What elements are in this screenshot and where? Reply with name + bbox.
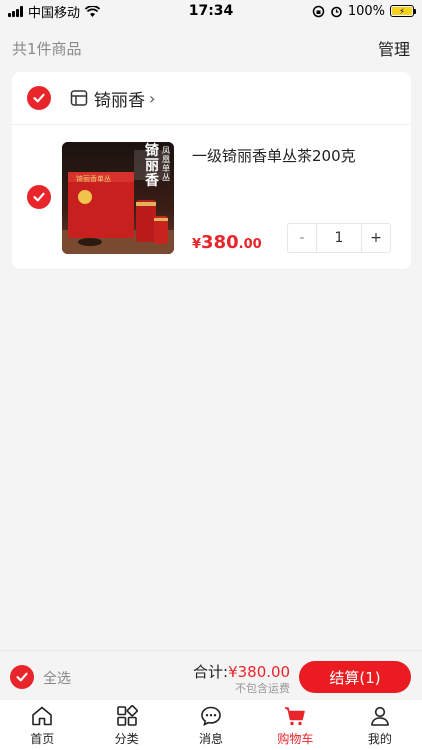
product-image-title: 锜丽香 <box>145 143 159 189</box>
select-all-check-icon[interactable] <box>10 665 34 689</box>
shop-row[interactable]: 锜丽香 › <box>12 72 411 125</box>
cart-header: 共1件商品 管理 <box>12 30 410 66</box>
manage-button[interactable]: 管理 <box>378 36 410 60</box>
product-image-subtitle: 凤凰单丛 <box>162 146 170 182</box>
status-time: 17:34 <box>188 3 234 19</box>
checkout-bar: 全选 合计:¥380.00 不包含运费 结算(1) <box>0 650 422 700</box>
cart-item: 锜丽香 凤凰单丛 锜丽香单丛 一级锜丽香单丛茶200克 ¥380.00 - 1 … <box>12 125 411 269</box>
tab-category[interactable]: 分类 <box>84 700 168 750</box>
price-currency: ¥ <box>192 237 202 252</box>
product-price: ¥380.00 <box>192 232 262 253</box>
status-bar: 中国移动 17:34 100% ⚡ <box>0 0 422 22</box>
decrease-button[interactable]: - <box>288 224 317 252</box>
battery-icon: ⚡ <box>390 5 416 17</box>
tab-messages[interactable]: 消息 <box>169 700 253 750</box>
tab-profile-label: 我的 <box>367 732 392 746</box>
item-count: 共1件商品 <box>12 39 82 58</box>
profile-icon <box>371 706 389 726</box>
chevron-right-icon[interactable]: › <box>149 89 155 108</box>
tab-cart[interactable]: 购物车 <box>253 700 337 750</box>
product-title[interactable]: 一级锜丽香单丛茶200克 <box>192 145 356 166</box>
tab-profile[interactable]: 我的 <box>338 700 422 750</box>
shop-card: 锜丽香 › 锜丽香 凤凰单丛 锜丽香单丛 一级锜丽香单丛茶200克 ¥380.0… <box>12 72 411 269</box>
total-value: ¥380.00 <box>228 663 291 681</box>
tab-category-label: 分类 <box>114 732 139 746</box>
price-integer: 380 <box>201 232 239 253</box>
tab-home[interactable]: 首页 <box>0 700 84 750</box>
product-image[interactable]: 锜丽香 凤凰单丛 锜丽香单丛 <box>62 142 174 254</box>
tab-bar: 首页 分类 消息 购物车 我的 <box>0 700 422 750</box>
alarm-icon <box>331 6 342 17</box>
tab-home-label: 首页 <box>30 732 55 746</box>
quantity-stepper: - 1 + <box>287 223 391 253</box>
carrier-label: 中国移动 <box>28 5 81 21</box>
message-icon <box>201 706 221 726</box>
shop-name[interactable]: 锜丽香 <box>94 86 145 111</box>
shipping-note: 不包含运费 <box>235 682 290 695</box>
total-label: 合计: <box>193 663 229 681</box>
item-check-icon[interactable] <box>27 185 51 209</box>
price-decimal: .00 <box>238 237 262 252</box>
store-icon <box>70 90 88 106</box>
home-icon <box>32 706 53 726</box>
cart-icon <box>285 707 306 726</box>
status-left: 中国移动 <box>8 2 101 21</box>
tab-messages-label: 消息 <box>199 732 224 746</box>
wifi-icon <box>85 5 101 17</box>
product-image-box-text: 锜丽香单丛 <box>76 175 111 183</box>
category-icon <box>116 705 138 726</box>
increase-button[interactable]: + <box>361 224 390 252</box>
battery-percent: 100% <box>347 3 385 19</box>
quantity-input[interactable]: 1 <box>317 224 361 252</box>
tab-cart-label: 购物车 <box>277 732 314 746</box>
shop-check-icon[interactable] <box>27 86 51 110</box>
signal-icon <box>8 5 23 17</box>
checkout-button[interactable]: 结算(1) <box>299 661 411 693</box>
select-all-label[interactable]: 全选 <box>43 668 71 688</box>
status-right: 100% ⚡ <box>312 3 416 19</box>
total-amount: 合计:¥380.00 <box>193 661 290 682</box>
rotation-lock-icon <box>312 5 325 17</box>
